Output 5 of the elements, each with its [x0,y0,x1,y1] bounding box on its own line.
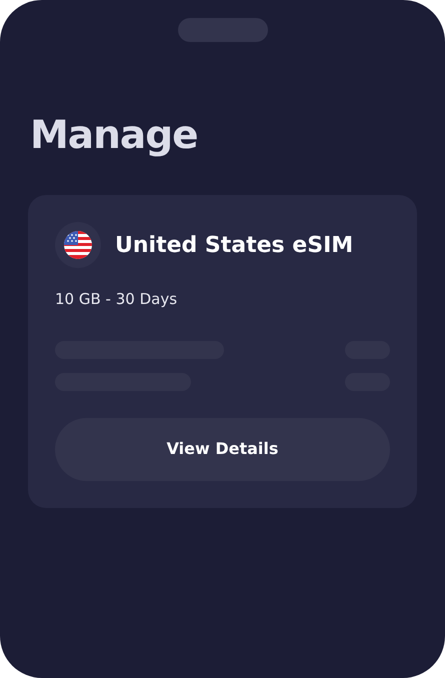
plan-text: 10 GB - 30 Days [55,289,178,310]
view-details-button[interactable]: View Details [55,418,390,480]
flag-icon [64,231,92,259]
page-title: Manage [30,112,199,160]
esim-name: United States eSIM [115,232,354,260]
